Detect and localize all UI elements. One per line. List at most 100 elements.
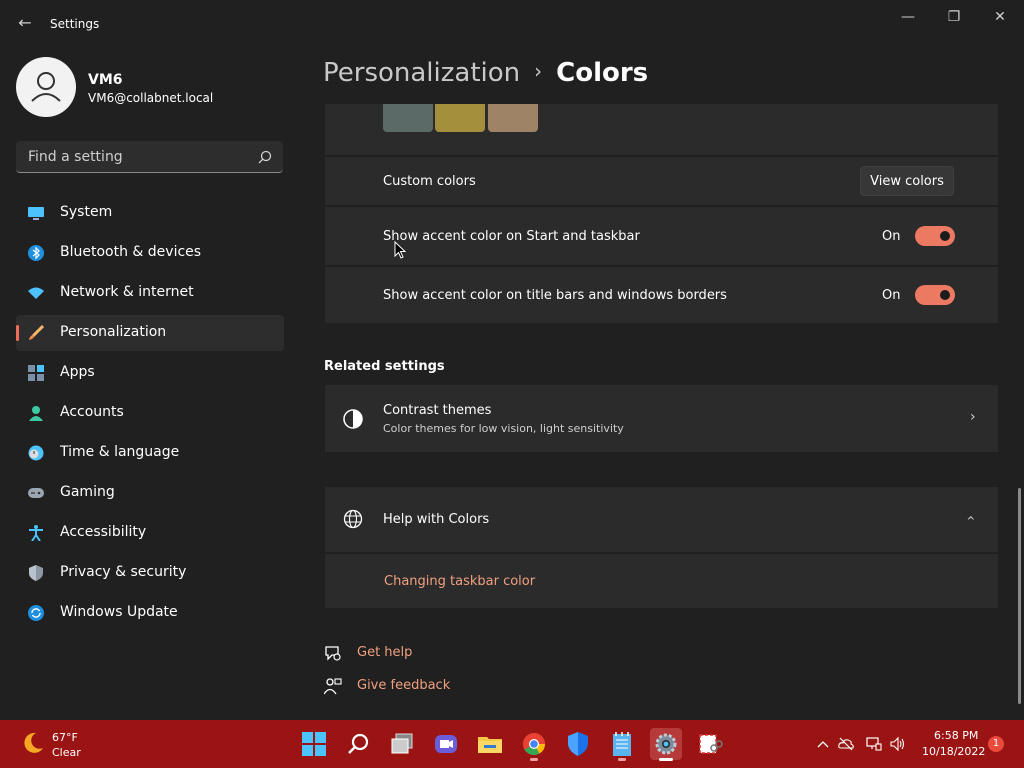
breadcrumb-separator: › xyxy=(534,59,543,83)
chrome-button[interactable] xyxy=(518,728,550,761)
snipping-tool-icon xyxy=(699,734,723,754)
sidebar-item-accessibility[interactable]: Accessibility xyxy=(16,515,284,551)
chrome-icon xyxy=(523,733,545,755)
accessibility-icon xyxy=(29,525,43,541)
weather-condition[interactable]: Clear xyxy=(52,746,81,759)
sidebar-item-windows-update[interactable]: Windows Update xyxy=(16,595,284,631)
mouse-cursor-icon xyxy=(394,241,406,259)
snipping-tool-button[interactable] xyxy=(694,728,726,760)
sidebar-item-personalization[interactable]: Personalization xyxy=(16,315,284,351)
sidebar-item-privacy[interactable]: Privacy & security xyxy=(16,555,284,591)
running-indicator xyxy=(618,758,626,761)
color-swatch[interactable] xyxy=(488,104,538,132)
color-swatch[interactable] xyxy=(435,104,485,132)
contrast-themes-row[interactable]: Contrast themes Color themes for low vis… xyxy=(325,385,998,452)
clock-date[interactable]: 10/18/2022 xyxy=(922,745,985,758)
sidebar-item-label: Privacy & security xyxy=(60,564,187,580)
taskbar-search-button[interactable] xyxy=(342,728,374,760)
help-links-panel: Changing taskbar color xyxy=(325,554,998,608)
sidebar-item-apps[interactable]: Apps xyxy=(16,355,284,391)
close-button[interactable]: ✕ xyxy=(980,6,1020,28)
sidebar-item-label: Network & internet xyxy=(60,284,194,300)
start-button[interactable] xyxy=(298,728,330,760)
clock-time[interactable]: 6:58 PM xyxy=(934,729,978,742)
contrast-themes-subtitle: Color themes for low vision, light sensi… xyxy=(383,422,624,435)
accent-start-taskbar-row: Show accent color on Start and taskbar O… xyxy=(325,207,998,265)
task-view-button[interactable] xyxy=(386,728,418,760)
search-input[interactable] xyxy=(26,147,250,167)
network-icon[interactable] xyxy=(866,736,882,752)
sidebar-item-label: Personalization xyxy=(60,324,167,340)
scrollbar[interactable] xyxy=(1018,488,1021,704)
custom-colors-label: Custom colors xyxy=(383,174,476,189)
file-explorer-button[interactable] xyxy=(474,728,506,760)
sidebar-item-time-language[interactable]: Time & language xyxy=(16,435,284,471)
volume-icon[interactable] xyxy=(890,736,906,752)
chevron-right-icon: › xyxy=(970,409,976,425)
weather-temperature[interactable]: 67°F xyxy=(52,731,78,744)
user-email: VM6@collabnet.local xyxy=(88,91,214,105)
gamepad-icon xyxy=(28,488,44,498)
gear-icon xyxy=(655,733,677,755)
search-icon[interactable] xyxy=(257,149,273,165)
apps-icon xyxy=(28,365,44,381)
color-swatch[interactable] xyxy=(383,104,433,132)
chevron-up-icon[interactable]: › xyxy=(963,515,979,521)
sidebar-nav: System Bluetooth & devices Network & int… xyxy=(16,195,284,635)
sidebar-item-gaming[interactable]: Gaming xyxy=(16,475,284,511)
globe-help-icon xyxy=(343,509,363,529)
minimize-button[interactable]: — xyxy=(888,6,928,28)
brush-icon xyxy=(29,325,44,340)
sidebar-item-network[interactable]: Network & internet xyxy=(16,275,284,311)
user-name: VM6 xyxy=(88,72,123,88)
help-with-colors-header[interactable]: Help with Colors › xyxy=(325,487,998,552)
accent-title-bars-label: Show accent color on title bars and wind… xyxy=(383,288,727,303)
clock-globe-icon xyxy=(28,445,44,461)
wifi-icon xyxy=(28,287,44,299)
sidebar-item-bluetooth[interactable]: Bluetooth & devices xyxy=(16,235,284,271)
give-feedback-icon xyxy=(324,678,342,695)
breadcrumb: Personalization › Colors xyxy=(323,58,648,88)
related-settings-heading: Related settings xyxy=(324,359,445,374)
chevron-up-icon[interactable] xyxy=(815,736,831,752)
sidebar-item-label: Accounts xyxy=(60,404,124,420)
running-indicator xyxy=(659,758,673,761)
sidebar-item-accounts[interactable]: Accounts xyxy=(16,395,284,431)
toggle-knob xyxy=(940,290,950,300)
changing-taskbar-color-link[interactable]: Changing taskbar color xyxy=(384,574,535,589)
accent-title-bars-toggle[interactable] xyxy=(915,285,955,305)
chat-icon xyxy=(435,735,457,753)
notepad-button[interactable] xyxy=(606,728,638,761)
notification-badge[interactable]: 1 xyxy=(988,736,1004,752)
get-help-link[interactable]: Get help xyxy=(357,645,412,660)
taskbar: 67°F Clear 6:58 PM 10/18/2022 1 xyxy=(0,720,1024,768)
avatar[interactable] xyxy=(16,57,76,117)
person-icon xyxy=(31,72,61,102)
page-title: Colors xyxy=(556,58,649,88)
bluetooth-icon xyxy=(28,245,44,261)
search-box[interactable] xyxy=(16,141,283,173)
view-colors-button[interactable]: View colors xyxy=(860,166,954,196)
settings-taskbar-button[interactable] xyxy=(650,728,682,761)
sidebar-item-label: Time & language xyxy=(60,444,180,460)
toggle-knob xyxy=(940,231,950,241)
breadcrumb-parent[interactable]: Personalization xyxy=(323,58,520,88)
accent-start-taskbar-toggle[interactable] xyxy=(915,226,955,246)
accent-swatches-card xyxy=(325,104,998,155)
maximize-button[interactable]: ❐ xyxy=(934,6,974,28)
toggle-state: On xyxy=(882,229,901,244)
search-icon xyxy=(348,733,369,754)
get-help-icon xyxy=(325,646,341,661)
accent-title-bars-row: Show accent color on title bars and wind… xyxy=(325,267,998,323)
onedrive-offline-icon[interactable] xyxy=(838,736,854,752)
windows-logo-icon xyxy=(302,732,326,756)
sidebar-item-label: System xyxy=(60,204,113,220)
back-arrow-icon[interactable]: ← xyxy=(14,12,36,34)
chat-app-button[interactable] xyxy=(430,728,462,760)
moon-icon[interactable] xyxy=(20,730,46,756)
running-indicator xyxy=(530,758,538,761)
update-icon xyxy=(28,605,44,621)
sidebar-item-system[interactable]: System xyxy=(16,195,284,231)
defender-button[interactable] xyxy=(562,728,594,760)
give-feedback-link[interactable]: Give feedback xyxy=(357,678,450,693)
